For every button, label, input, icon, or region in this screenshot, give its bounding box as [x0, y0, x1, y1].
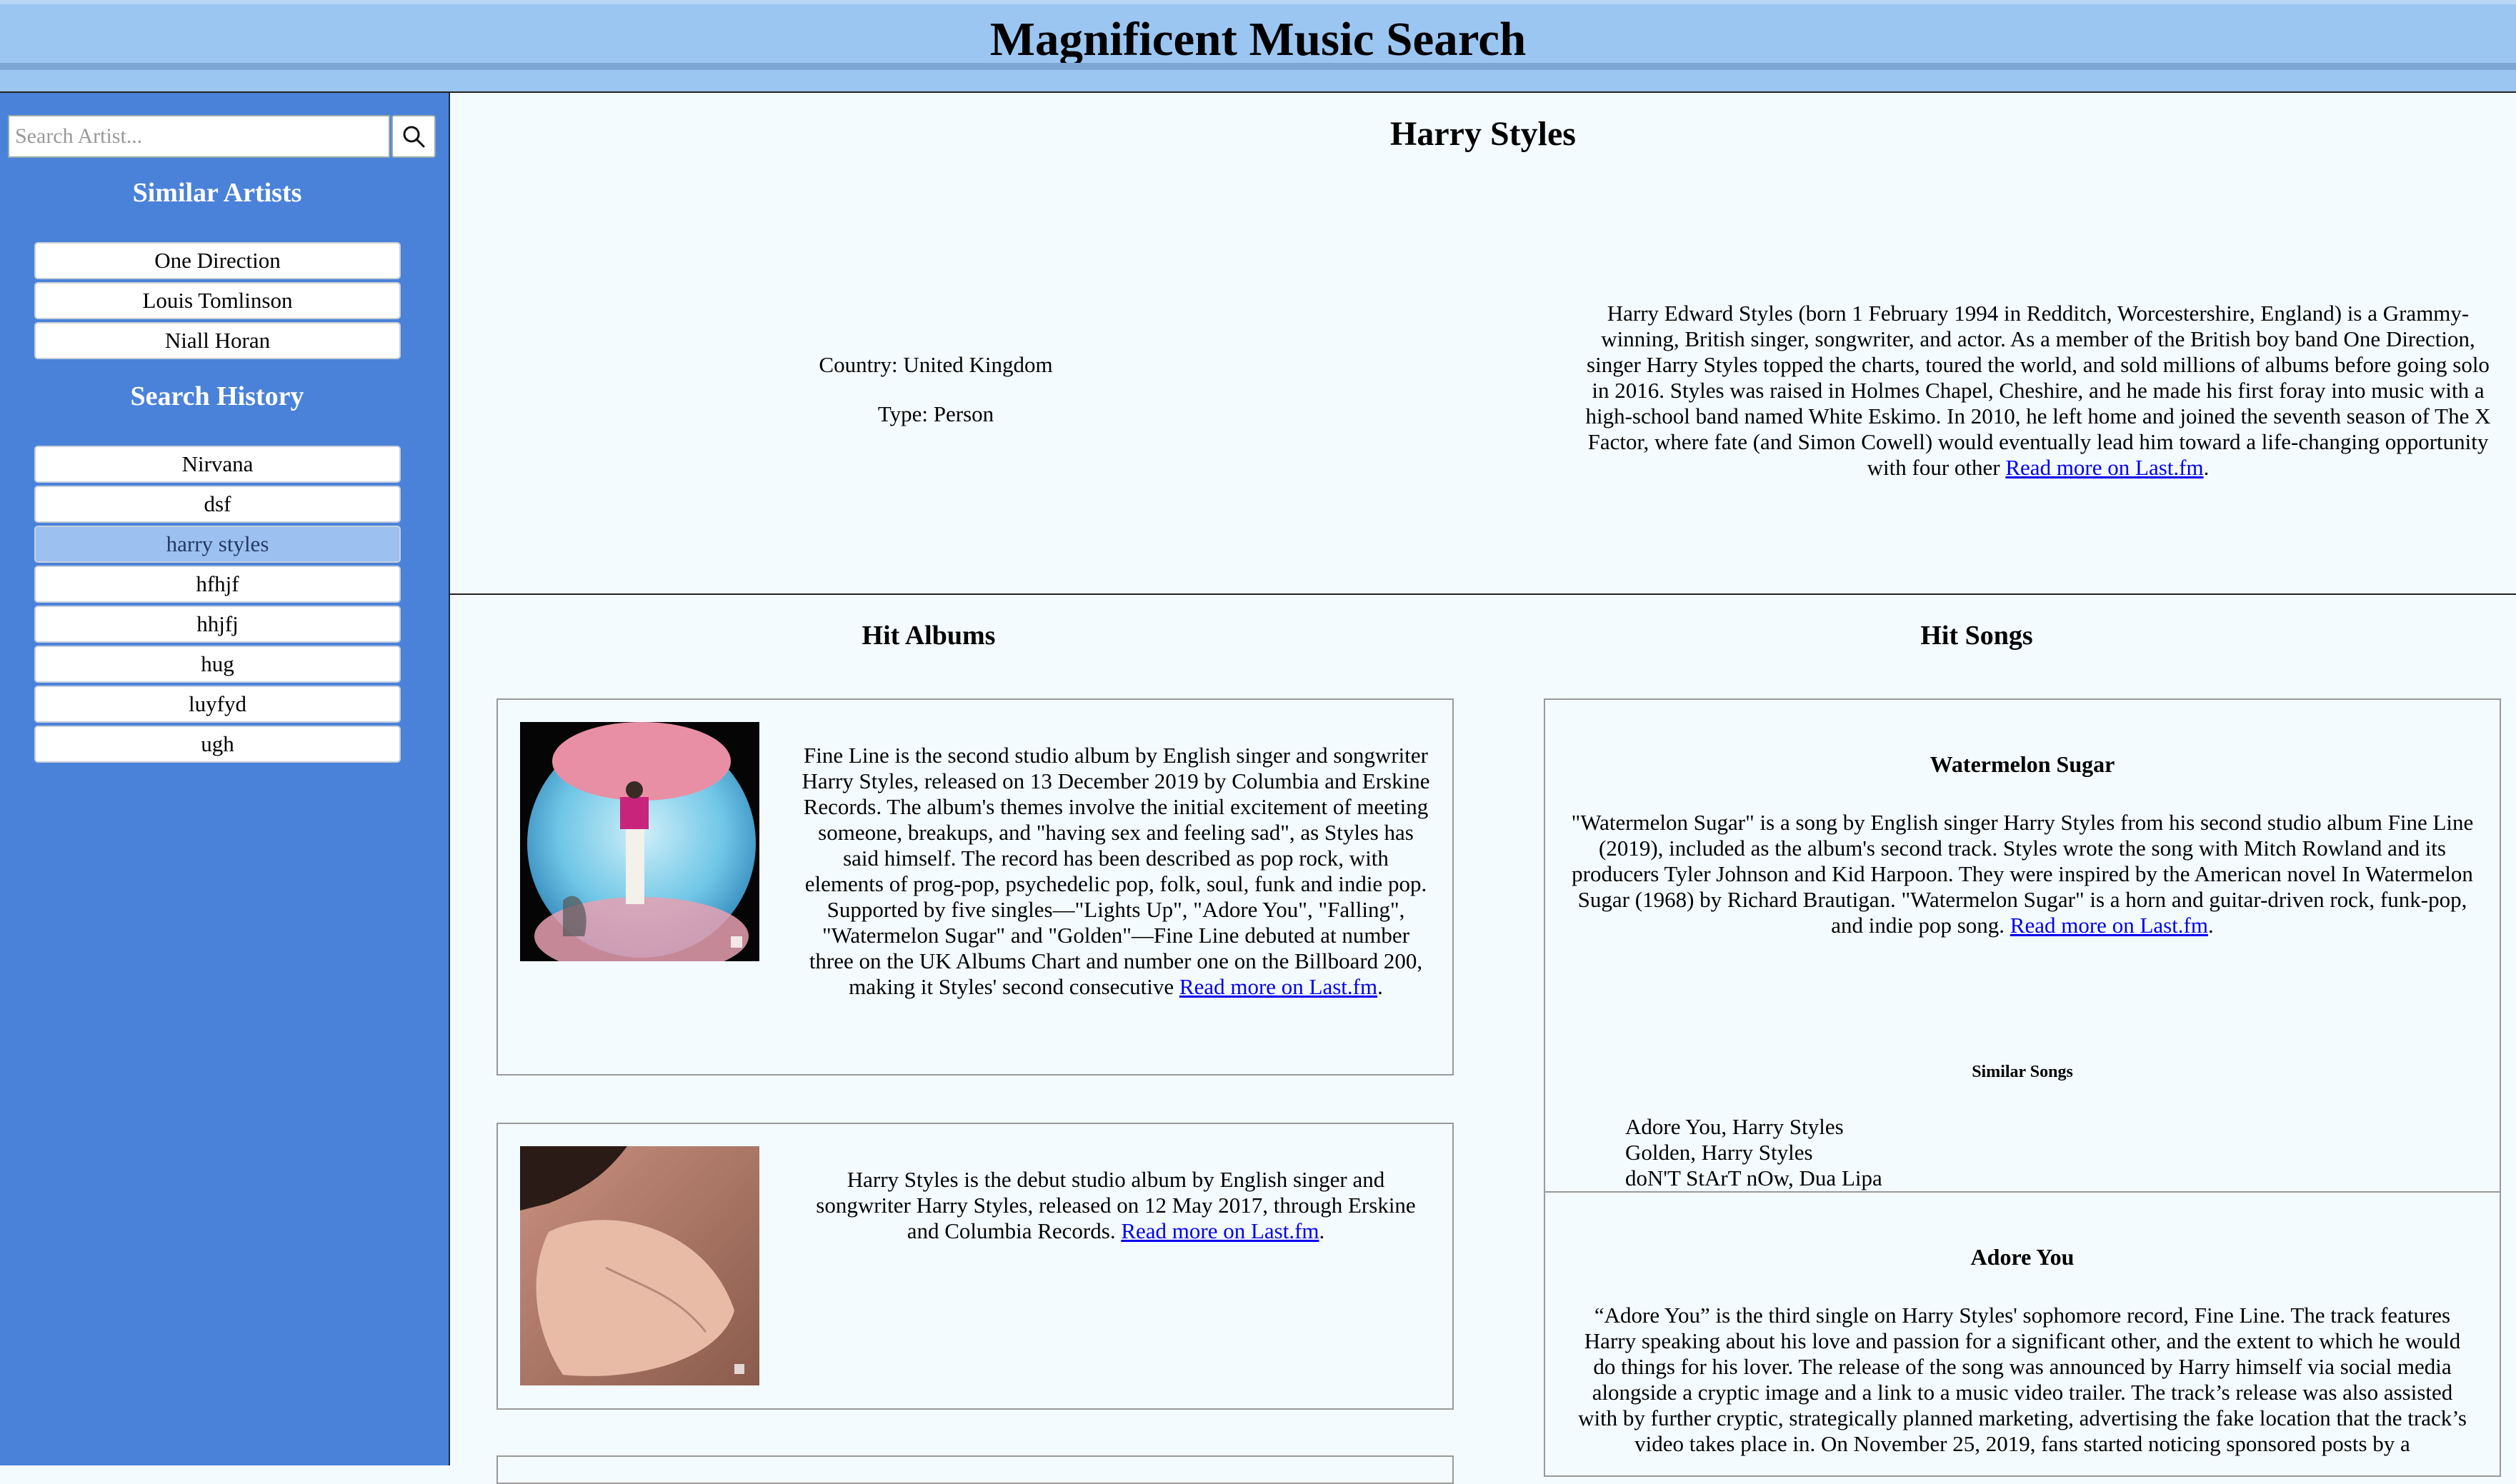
similar-artist-item[interactable]: One Direction: [34, 242, 401, 279]
history-item[interactable]: hug: [34, 646, 401, 683]
artist-type: Type: Person: [877, 401, 994, 426]
album-text: Harry Styles is the debut studio album b…: [816, 1167, 1416, 1243]
similar-artists-list: One Direction Louis Tomlinson Niall Hora…: [34, 242, 401, 362]
song-title: Watermelon Sugar: [1930, 751, 2115, 777]
history-item-active[interactable]: harry styles: [34, 526, 401, 563]
artist-bio-text: Harry Edward Styles (born 1 February 199…: [1585, 301, 2491, 480]
similar-artist-item[interactable]: Niall Horan: [34, 322, 401, 359]
search-bar: [8, 115, 436, 158]
album-text: Fine Line is the second studio album by …: [802, 743, 1430, 999]
album-description: Harry Styles is the debut studio album b…: [816, 1167, 1416, 1243]
artist-name: Harry Styles: [1390, 115, 1576, 153]
section-divider: [450, 593, 2516, 595]
album-cover-fine-line: [520, 722, 759, 961]
similar-artists-heading: Similar Artists: [132, 178, 302, 208]
hit-albums-heading: Hit Albums: [862, 621, 996, 651]
search-button[interactable]: [391, 115, 436, 158]
album-description: Fine Line is the second studio album by …: [802, 743, 1430, 999]
history-item[interactable]: luyfyd: [34, 686, 401, 723]
hit-songs-heading: Hit Songs: [1920, 621, 2033, 651]
album-card: Fine Line is the second studio album by …: [496, 698, 1454, 1076]
artist-country: Country: United Kingdom: [819, 352, 1053, 377]
history-item[interactable]: Nirvana: [34, 446, 401, 483]
search-history-list: Nirvana dsf harry styles hfhjf hhjfj hug…: [34, 446, 401, 766]
similar-songs-list: Adore You, Harry Styles Golden, Harry St…: [1625, 1114, 1882, 1191]
main-content: Harry Styles Country: United Kingdom Typ…: [450, 93, 2516, 1484]
search-input[interactable]: [8, 115, 390, 158]
album-cover-harry-styles: [520, 1146, 759, 1385]
album-card: Harry Styles is the debut studio album b…: [496, 1123, 1454, 1410]
history-item[interactable]: hfhjf: [34, 566, 401, 603]
song-description: “Adore You” is the third single on Harry…: [1578, 1303, 2467, 1456]
app-title: Magnificent Music Search: [989, 13, 1527, 66]
artist-read-more-link[interactable]: Read more on Last.fm: [2005, 455, 2203, 480]
similar-songs-heading: Similar Songs: [1972, 1063, 2073, 1081]
history-item[interactable]: ugh: [34, 726, 401, 763]
song-read-more-link[interactable]: Read more on Last.fm: [2010, 913, 2208, 938]
similar-song-item: doN'T StArT nOw, Dua Lipa: [1625, 1165, 1882, 1190]
album-read-more-link[interactable]: Read more on Last.fm: [1121, 1218, 1319, 1243]
search-history-heading: Search History: [130, 381, 304, 411]
artist-meta: Country: United Kingdom Type: Person: [686, 352, 1186, 451]
song-description: "Watermelon Sugar" is a song by English …: [1571, 810, 2474, 938]
artist-bio: Harry Edward Styles (born 1 February 199…: [1585, 301, 2491, 480]
sidebar: Similar Artists One Direction Louis Toml…: [0, 93, 450, 1465]
similar-artist-item[interactable]: Louis Tomlinson: [34, 282, 401, 319]
app-header: Magnificent Music Search: [0, 0, 2516, 91]
history-item[interactable]: dsf: [34, 486, 401, 523]
album-card: [496, 1455, 1454, 1484]
song-title: Adore You: [1970, 1244, 2075, 1270]
similar-song-item: Golden, Harry Styles: [1625, 1140, 1813, 1165]
history-item[interactable]: hhjfj: [34, 606, 401, 643]
header-band: [0, 63, 2516, 70]
song-card: Watermelon Sugar "Watermelon Sugar" is a…: [1544, 698, 2501, 1240]
search-icon: [403, 126, 425, 148]
song-card: Adore You “Adore You” is the third singl…: [1544, 1191, 2501, 1477]
album-read-more-link[interactable]: Read more on Last.fm: [1179, 974, 1377, 999]
similar-song-item: Adore You, Harry Styles: [1625, 1114, 1844, 1139]
